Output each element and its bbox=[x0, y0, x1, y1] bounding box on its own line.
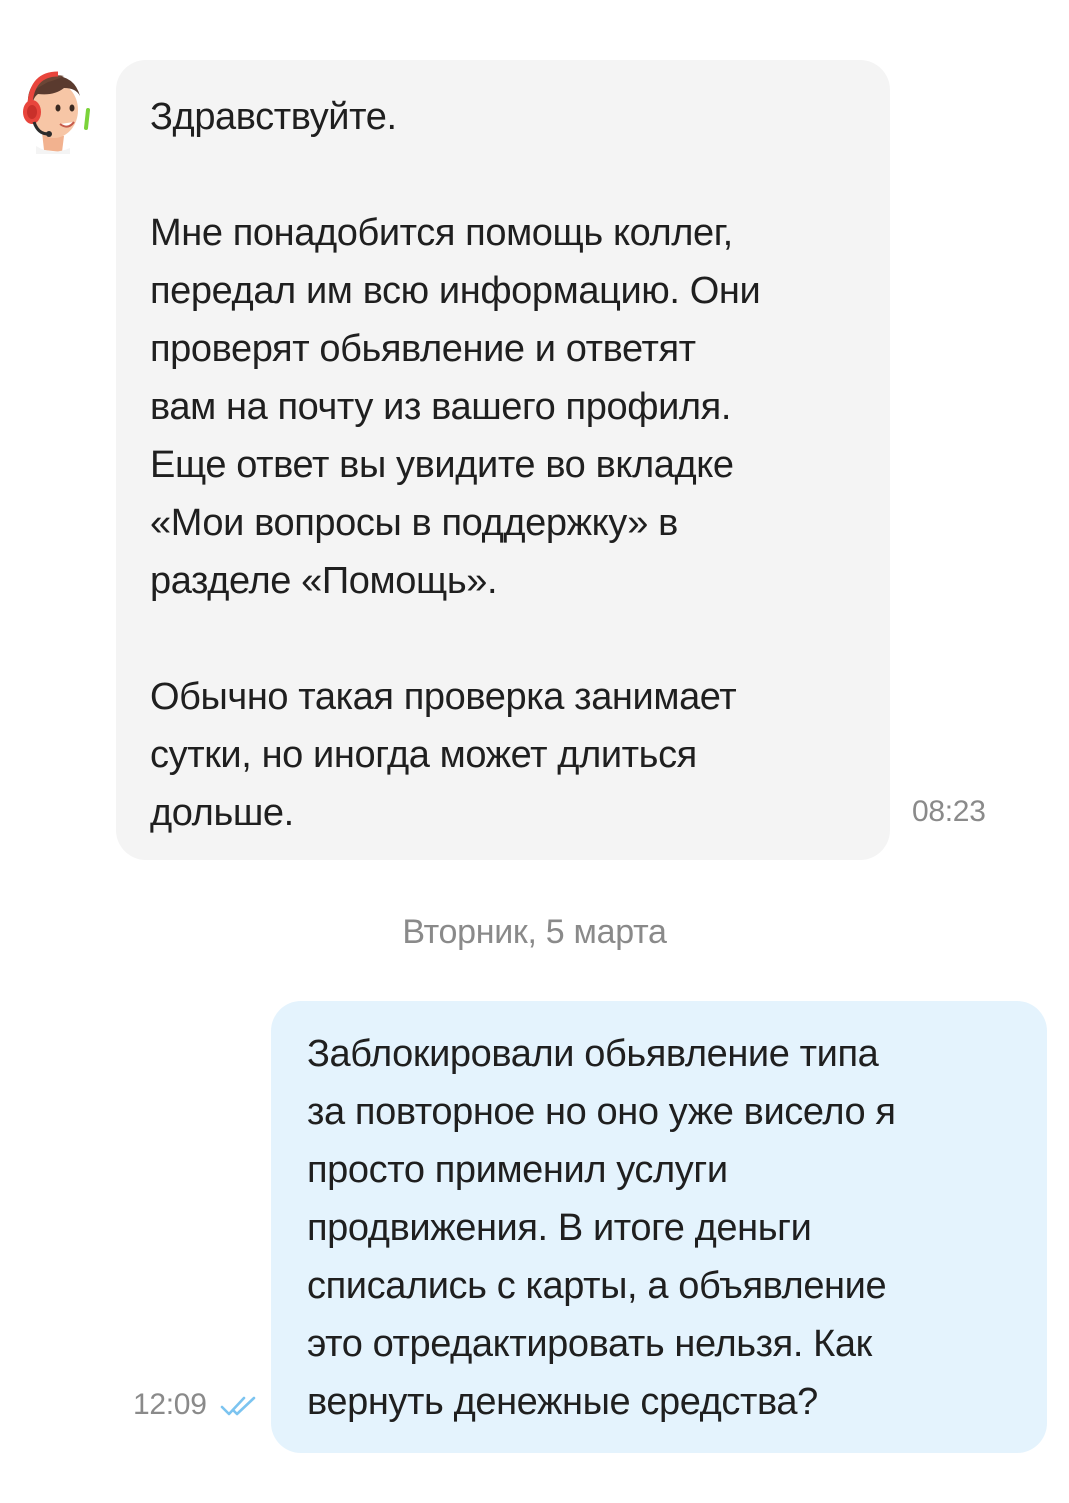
incoming-message-bubble[interactable]: Здравствуйте. Мне понадобится помощь кол… bbox=[116, 60, 890, 860]
read-status bbox=[220, 1394, 260, 1418]
incoming-message-closing: Обычно такая проверка занимает сутки, но… bbox=[150, 676, 737, 834]
incoming-message-time: 08:23 bbox=[912, 795, 986, 828]
incoming-message-greeting: Здравствуйте. bbox=[150, 96, 397, 138]
double-check-read-icon bbox=[220, 1396, 256, 1416]
support-agent-headset-icon bbox=[23, 71, 90, 154]
outgoing-message-bubble[interactable]: Заблокировали обьявление типа за повторн… bbox=[271, 1001, 1047, 1453]
outgoing-message-time: 12:09 bbox=[133, 1388, 207, 1421]
incoming-message-body: Мне понадобится помощь коллег, передал и… bbox=[150, 212, 761, 602]
support-avatar bbox=[14, 70, 94, 154]
outgoing-message-text: Заблокировали обьявление типа за повторн… bbox=[307, 1033, 896, 1423]
date-separator: Вторник, 5 марта bbox=[402, 913, 667, 951]
